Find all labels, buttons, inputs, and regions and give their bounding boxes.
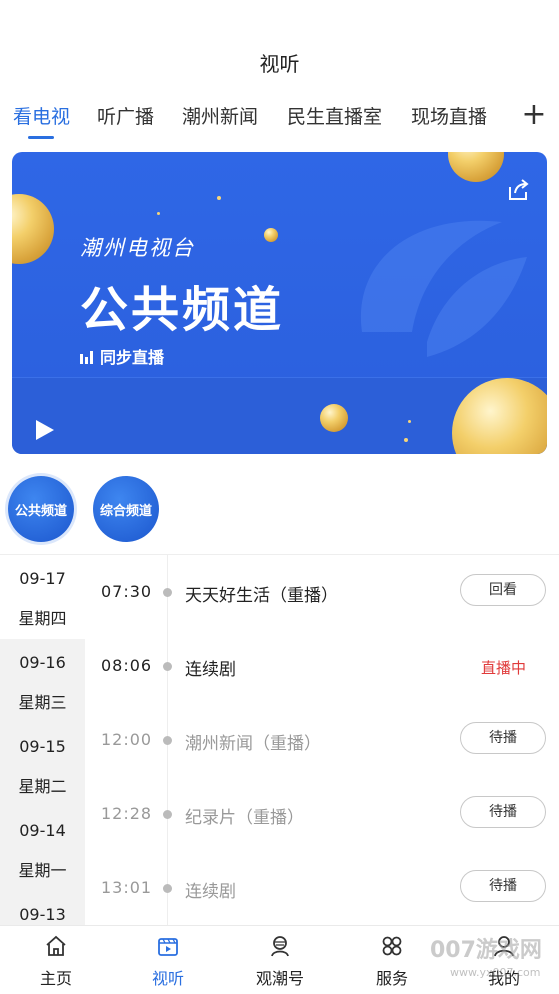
program-time: 13:01 [101, 878, 153, 897]
tab-livelihood-live[interactable]: 民生直播室 [287, 102, 382, 129]
site-watermark: 007游戏网 www.yx007.com [430, 932, 559, 994]
program-time: 12:00 [101, 730, 153, 749]
tab-chaozhou-news[interactable]: 潮州新闻 [182, 102, 258, 129]
sparkle [157, 212, 160, 215]
date-item[interactable]: 09-17 星期四 [0, 555, 85, 639]
upcoming-button[interactable]: 待播 [460, 796, 546, 828]
program-title: 纪录片（重播） [185, 808, 304, 828]
program-title: 潮州新闻（重播） [185, 734, 321, 754]
grid-flower-icon [382, 936, 402, 956]
date-text: 09-15 [19, 737, 66, 756]
timeline-dot [163, 810, 172, 819]
home-icon [46, 935, 66, 956]
date-text: 09-14 [19, 821, 66, 840]
nav-label: 视听 [151, 969, 184, 988]
page-title: 视听 [259, 52, 300, 76]
gold-orb-small [264, 228, 278, 242]
station-logo-shape-icon [360, 220, 527, 357]
gold-orb-top [448, 152, 504, 182]
nav-label: 主页 [39, 969, 72, 988]
tab-watch-tv[interactable]: 看电视 [13, 102, 70, 129]
weekday-text: 星期三 [18, 693, 67, 712]
top-header: 视听 [0, 0, 559, 90]
tab-onsite-live[interactable]: 现场直播 [411, 102, 487, 129]
nav-home[interactable]: 主页 [0, 926, 112, 994]
program-time: 12:28 [101, 804, 153, 823]
bars-icon [80, 351, 93, 364]
date-text: 09-17 [19, 569, 66, 588]
schedule-row: 07:30 天天好生活（重播） 回看 [85, 555, 559, 629]
program-title: 连续剧 [185, 660, 236, 680]
station-brand: 潮州电视台 [80, 236, 195, 260]
sparkle [404, 438, 408, 442]
gold-orb-left [12, 194, 54, 264]
sparkle [408, 420, 411, 423]
live-sync-text: 同步直播 [100, 348, 165, 367]
timeline-dot [163, 884, 172, 893]
channel-public[interactable]: 公共频道 [8, 476, 74, 542]
nav-label: 观潮号 [255, 969, 304, 988]
play-icon[interactable] [32, 418, 56, 442]
timeline-dot [163, 662, 172, 671]
live-sync-label: 同步直播 [80, 344, 164, 368]
active-tab-indicator [28, 136, 54, 139]
program-schedule: 07:30 天天好生活（重播） 回看 08:06 连续剧 直播中 12:00 潮… [85, 555, 559, 925]
nav-media[interactable]: 视听 [112, 926, 224, 994]
watermark-url: www.yx007.com [450, 966, 541, 979]
schedule-row: 13:01 连续剧 待播 [85, 851, 559, 925]
schedule-row: 12:00 潮州新闻（重播） 待播 [85, 703, 559, 777]
schedule-row: 12:28 纪录片（重播） 待播 [85, 777, 559, 851]
date-text: 09-16 [19, 653, 66, 672]
date-item[interactable]: 09-15 星期二 [0, 723, 85, 807]
program-time: 08:06 [101, 656, 153, 675]
date-item[interactable]: 09-13 [0, 891, 85, 925]
date-text: 09-13 [19, 905, 66, 924]
weekday-text: 星期四 [18, 609, 67, 628]
upcoming-button[interactable]: 待播 [460, 722, 546, 754]
share-icon[interactable] [505, 178, 531, 204]
weekday-text: 星期二 [18, 777, 67, 796]
date-item[interactable]: 09-16 星期三 [0, 639, 85, 723]
video-icon [158, 938, 178, 956]
person-badge-icon [271, 936, 289, 957]
tab-radio[interactable]: 听广播 [97, 102, 154, 129]
sparkle [217, 196, 221, 200]
nav-guanchao[interactable]: 观潮号 [224, 926, 336, 994]
live-status-badge: 直播中 [481, 659, 527, 677]
watermark-main: 007游戏网 [430, 938, 542, 963]
date-list: 09-17 星期四 09-16 星期三 09-15 星期二 09-14 星期一 … [0, 555, 85, 925]
banner-channel-name: 公共频道 [80, 282, 285, 338]
date-item[interactable]: 09-14 星期一 [0, 807, 85, 891]
schedule-row: 08:06 连续剧 直播中 [85, 629, 559, 703]
weekday-text: 星期一 [18, 861, 67, 880]
upcoming-button[interactable]: 待播 [460, 870, 546, 902]
program-time: 07:30 [101, 582, 153, 601]
program-title: 连续剧 [185, 882, 236, 902]
program-title: 天天好生活（重播） [185, 586, 338, 606]
channel-banner[interactable]: 潮州电视台 公共频道 同步直播 [12, 152, 547, 454]
replay-button[interactable]: 回看 [460, 574, 546, 606]
timeline-dot [163, 736, 172, 745]
timeline-dot [163, 588, 172, 597]
gold-orb-bottom [320, 404, 348, 432]
plus-icon[interactable]: + [520, 98, 548, 134]
channel-general[interactable]: 综合频道 [93, 476, 159, 542]
